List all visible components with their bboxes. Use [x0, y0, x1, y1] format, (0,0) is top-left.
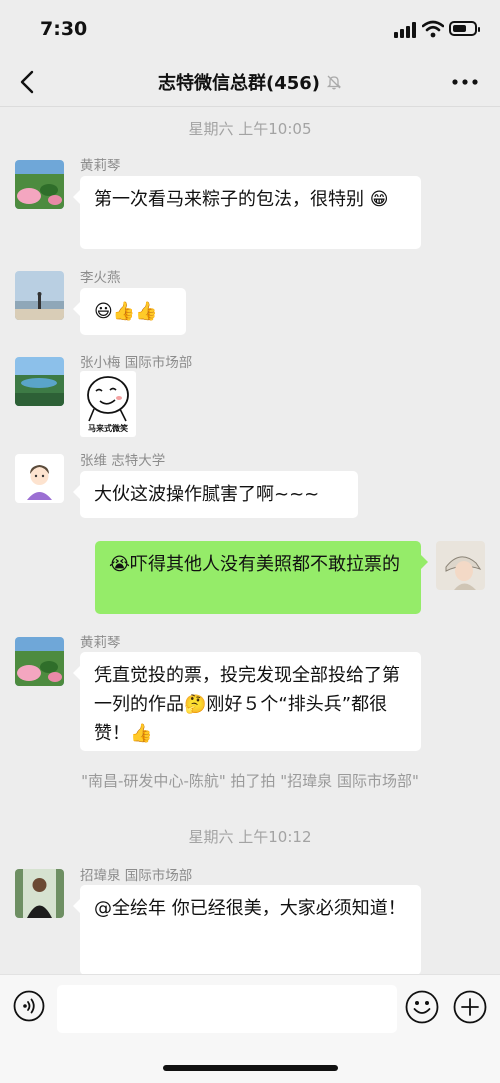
signal-icon — [394, 22, 416, 38]
avatar[interactable] — [15, 271, 64, 320]
sender-name: 黄莉琴 — [80, 158, 121, 174]
avatar[interactable] — [15, 357, 64, 406]
sender-name: 张维 志特大学 — [80, 453, 166, 469]
more-dots-icon[interactable] — [450, 72, 480, 92]
sticker[interactable]: 马来式微笑 — [80, 371, 136, 437]
sender-name: 招瑋泉 国际市场部 — [80, 868, 193, 884]
grin-emoji: 😁 — [369, 189, 389, 210]
system-message: "南昌-研发中心-陈航" 拍了拍 "招瑋泉 国际市场部" — [81, 772, 419, 790]
thumbs-up-emoji: 👍 — [130, 723, 153, 744]
status-time: 7:30 — [40, 18, 88, 40]
message-text: 第一次看马来粽子的包法，很特别 — [94, 189, 364, 210]
smiling-face-sticker-icon — [87, 376, 129, 422]
wifi-icon — [422, 20, 444, 38]
battery-icon — [449, 21, 480, 36]
status-bar: 7:30 — [0, 0, 500, 58]
voice-icon[interactable] — [13, 990, 45, 1022]
avatar[interactable] — [15, 637, 64, 686]
message-bubble-self[interactable]: 😭吓得其他人没有美照都不敢拉票的 — [95, 541, 428, 614]
message-bubble[interactable]: 第一次看马来粽子的包法，很特别 😁 — [73, 176, 421, 249]
sticker-caption: 马来式微笑 — [88, 424, 128, 433]
chat-title: 志特微信总群(456) — [157, 73, 321, 94]
emoji-message: 😃👍👍 — [94, 301, 158, 322]
sender-name: 李火燕 — [80, 270, 121, 286]
avatar[interactable] — [15, 160, 64, 209]
sender-name: 黄莉琴 — [80, 635, 121, 651]
timestamp: 星期六 上午10:12 — [188, 828, 312, 846]
sender-name: 张小梅 国际市场部 — [80, 355, 193, 371]
message-bubble[interactable]: 😃👍👍 — [73, 288, 186, 335]
message-bubble[interactable]: 凭直觉投的票，投完发现全部投给了第一列的作品🤔刚好５个“排头兵”都很赞！👍 — [73, 652, 421, 751]
thinking-emoji: 🤔 — [184, 694, 207, 715]
self-avatar[interactable] — [436, 541, 485, 590]
emoji-icon[interactable] — [405, 990, 439, 1024]
bell-off-icon — [326, 75, 342, 90]
avatar[interactable] — [15, 869, 64, 918]
message-text: @全绘年 你已经很美，大家必须知道！ — [94, 898, 406, 919]
message-bubble[interactable]: @全绘年 你已经很美，大家必须知道！ — [73, 885, 421, 975]
crying-emoji: 😭 — [109, 554, 131, 575]
timestamp: 星期六 上午10:05 — [188, 120, 312, 138]
home-indicator[interactable] — [163, 1065, 338, 1071]
message-text: 吓得其他人没有美照都不敢拉票的 — [130, 554, 401, 575]
chat-title-wrap: 志特微信总群(456) — [0, 69, 500, 95]
plus-icon[interactable] — [453, 990, 487, 1024]
message-bubble[interactable]: 大伙这波操作腻害了啊~~~ — [73, 471, 358, 518]
message-input[interactable] — [57, 985, 397, 1033]
message-text: 大伙这波操作腻害了啊~~~ — [94, 484, 320, 505]
avatar[interactable] — [15, 454, 64, 503]
chat-header: 志特微信总群(456) — [0, 58, 500, 107]
